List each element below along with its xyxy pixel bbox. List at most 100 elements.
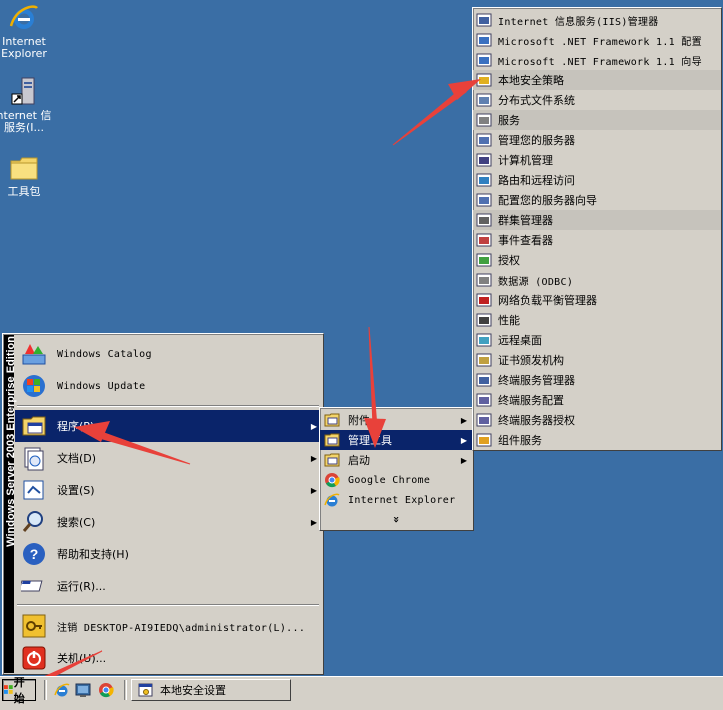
folder-icon	[10, 157, 38, 180]
dotnet-wizard-icon	[476, 53, 492, 67]
chevron-right-icon: ▶	[310, 453, 317, 463]
programs-icon	[22, 416, 46, 436]
quicklaunch-ie-icon[interactable]	[54, 682, 70, 698]
expand-more-icon: »	[389, 515, 403, 523]
program-group-icon	[324, 413, 340, 427]
component-services-icon	[476, 433, 492, 447]
taskbar-button-local-security-settings[interactable]: 本地安全设置	[131, 679, 291, 701]
chrome-icon	[325, 473, 340, 488]
windows-logo-icon	[4, 685, 13, 694]
dotnet-config-icon	[476, 33, 492, 47]
start-menu: Windows Server 2003 Enterprise Edition W…	[2, 333, 324, 675]
start-menu-separator-1	[17, 405, 319, 407]
taskbar-divider	[124, 680, 127, 700]
menu-item-programs[interactable]: 程序(P) ▶	[15, 410, 323, 442]
iis-icon	[11, 77, 35, 105]
admin-tools-item[interactable]: Internet 信息服务(IIS)管理器	[473, 10, 721, 30]
program-group-icon	[324, 453, 340, 467]
menu-item-help[interactable]: ? 帮助和支持(H)	[15, 538, 323, 570]
configure-server-wizard-icon	[476, 193, 492, 207]
admin-tools-item[interactable]: 网络负载平衡管理器	[473, 290, 721, 310]
admin-tools-item[interactable]: 计算机管理	[473, 150, 721, 170]
admin-tools-item[interactable]: 管理您的服务器	[473, 130, 721, 150]
chevron-right-icon: ▶	[310, 517, 317, 527]
quicklaunch-divider	[44, 680, 47, 700]
quicklaunch-chrome-icon[interactable]	[98, 682, 114, 698]
menu-item-search[interactable]: 搜索(C) ▶	[15, 506, 323, 538]
svg-text:?: ?	[30, 546, 39, 562]
program-group-icon	[324, 433, 340, 447]
menu-item-documents[interactable]: 文档(D) ▶	[15, 442, 323, 474]
programs-item-accessories[interactable]: 附件 ▶	[320, 410, 473, 430]
dfs-icon	[476, 93, 492, 107]
desktop-icon-internet-explorer[interactable]: Internet Explorer	[0, 2, 59, 60]
programs-submenu: 附件 ▶ 管理工具 ▶ 启动 ▶ Google Chrome Internet …	[319, 407, 474, 531]
shutdown-icon	[22, 646, 46, 670]
start-button[interactable]: 开始	[2, 676, 36, 705]
menu-item-shutdown[interactable]: 关机(U)...	[15, 642, 323, 674]
terminal-server-licensing-icon	[476, 413, 492, 427]
admin-tools-item[interactable]: 路由和远程访问	[473, 170, 721, 190]
ie-icon	[9, 5, 38, 29]
taskbar: 开始 本地安全设置	[0, 676, 723, 710]
local-security-policy-icon	[476, 73, 492, 87]
annotation-arrow-local-security	[392, 87, 467, 146]
search-icon	[22, 511, 43, 532]
admin-tools-item[interactable]: 服务	[473, 110, 721, 130]
admin-tools-item[interactable]: 证书颁发机构	[473, 350, 721, 370]
menu-item-windows-update[interactable]: Windows Update	[15, 370, 323, 402]
chevron-right-icon: ▶	[460, 415, 467, 425]
admin-tools-item[interactable]: 组件服务	[473, 430, 721, 450]
admin-tools-item[interactable]: 数据源 (ODBC)	[473, 270, 721, 290]
admin-tools-item[interactable]: 性能	[473, 310, 721, 330]
admin-tools-item[interactable]: Microsoft .NET Framework 1.1 配置	[473, 30, 721, 50]
programs-item-internet-explorer[interactable]: Internet Explorer	[320, 490, 473, 510]
chevron-right-icon: ▶	[460, 455, 467, 465]
performance-icon	[476, 313, 492, 327]
routing-remote-access-icon	[476, 173, 492, 187]
menu-item-settings[interactable]: 设置(S) ▶	[15, 474, 323, 506]
iis-manager-icon	[476, 13, 492, 27]
computer-management-icon	[476, 153, 492, 167]
programs-item-chrome[interactable]: Google Chrome	[320, 470, 473, 490]
admin-tools-submenu: Internet 信息服务(IIS)管理器 Microsoft .NET Fram…	[472, 7, 722, 451]
admin-tools-item[interactable]: 终端服务配置	[473, 390, 721, 410]
admin-tools-item[interactable]: 分布式文件系统	[473, 90, 721, 110]
admin-tools-item[interactable]: 终端服务器授权	[473, 410, 721, 430]
programs-item-admin-tools[interactable]: 管理工具 ▶	[320, 430, 473, 450]
admin-tools-item[interactable]: 群集管理器	[473, 210, 721, 230]
desktop-icon-iis[interactable]: nternet 信 服务(I...	[0, 76, 59, 134]
admin-tools-item[interactable]: Microsoft .NET Framework 1.1 向导	[473, 50, 721, 70]
desktop-icon-toolkit-folder[interactable]: 工具包	[0, 152, 59, 198]
logoff-icon	[22, 614, 46, 638]
start-menu-separator-2	[17, 604, 319, 606]
services-icon	[476, 113, 492, 127]
terminal-services-manager-icon	[476, 373, 492, 387]
quicklaunch-desktop-icon[interactable]	[75, 682, 91, 698]
chevron-right-icon: ▶	[310, 485, 317, 495]
admin-tools-item[interactable]: 终端服务管理器	[473, 370, 721, 390]
programs-item-startup[interactable]: 启动 ▶	[320, 450, 473, 470]
terminal-services-config-icon	[476, 393, 492, 407]
cluster-manager-icon	[476, 213, 492, 227]
local-security-icon	[138, 683, 153, 697]
programs-expand-button[interactable]: »	[320, 510, 473, 528]
manage-server-icon	[476, 133, 492, 147]
licensing-icon	[476, 253, 492, 267]
chevron-right-icon: ▶	[310, 421, 317, 431]
ie-icon	[324, 493, 340, 507]
admin-tools-item[interactable]: 事件查看器	[473, 230, 721, 250]
odbc-icon	[476, 273, 492, 287]
windows-catalog-icon	[22, 344, 46, 365]
admin-tools-item[interactable]: 授权	[473, 250, 721, 270]
remote-desktop-icon	[476, 333, 492, 347]
event-viewer-icon	[476, 233, 492, 247]
certification-authority-icon	[476, 353, 492, 367]
admin-tools-item[interactable]: 本地安全策略	[473, 70, 721, 90]
chevron-right-icon: ▶	[460, 435, 467, 445]
menu-item-logoff[interactable]: 注销 DESKTOP-AI9IEDQ\administrator(L)...	[15, 610, 323, 642]
menu-item-run[interactable]: 运行(R)...	[15, 570, 323, 602]
admin-tools-item[interactable]: 配置您的服务器向导	[473, 190, 721, 210]
admin-tools-item[interactable]: 远程桌面	[473, 330, 721, 350]
menu-item-windows-catalog[interactable]: Windows Catalog	[15, 338, 323, 370]
